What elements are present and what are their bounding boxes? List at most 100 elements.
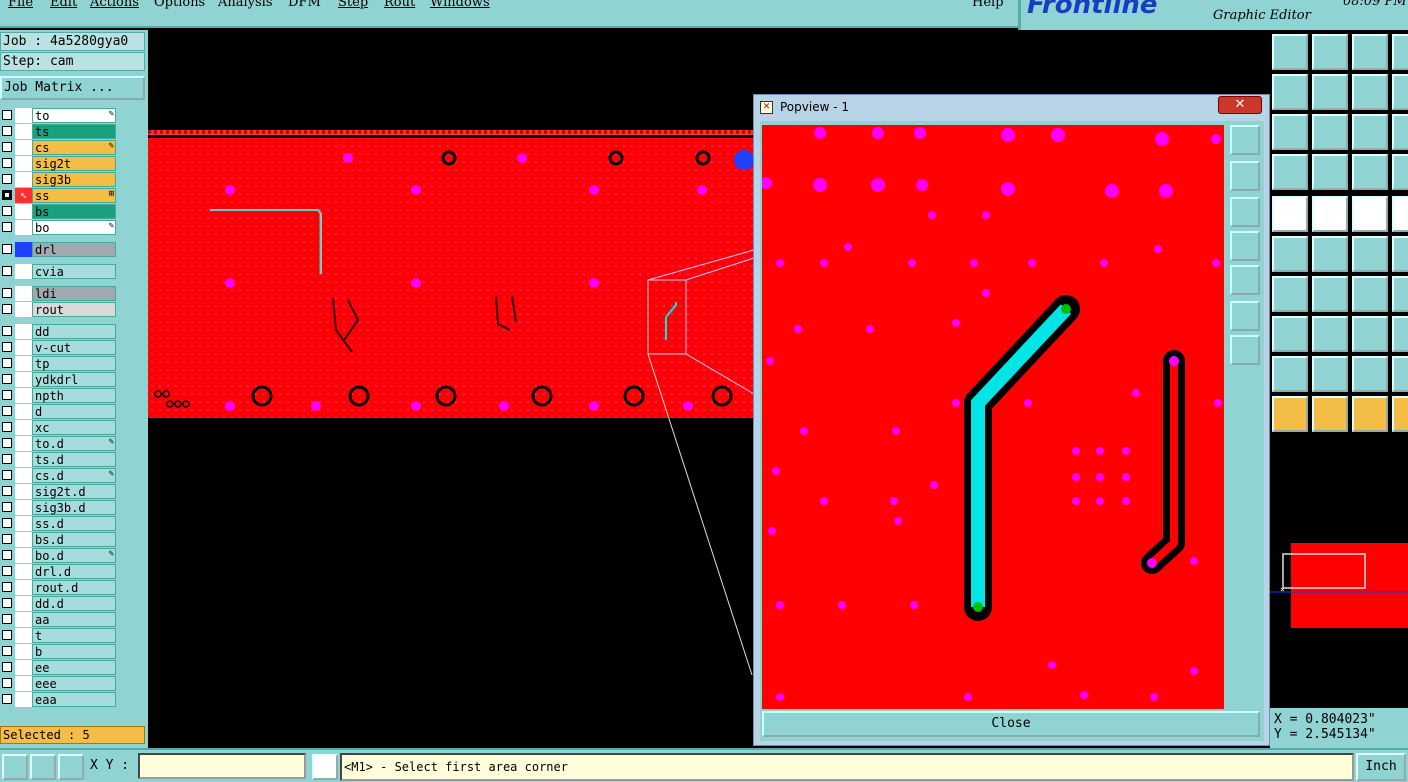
layer-checkbox[interactable] bbox=[2, 598, 12, 608]
tool-snap-icon[interactable] bbox=[1272, 154, 1308, 190]
layer-row[interactable]: ss.d bbox=[0, 516, 118, 531]
layer-row[interactable]: eee bbox=[0, 676, 118, 691]
layer-checkbox[interactable] bbox=[2, 110, 12, 120]
layer-checkbox[interactable] bbox=[2, 222, 12, 232]
layer-checkbox[interactable] bbox=[2, 470, 12, 480]
layer-row[interactable]: bs bbox=[0, 204, 118, 219]
layer-checkbox[interactable] bbox=[2, 438, 12, 448]
layer-row[interactable]: rout bbox=[0, 302, 118, 317]
layer-row[interactable]: eaa bbox=[0, 692, 118, 707]
tool-extra-5-icon[interactable] bbox=[1392, 196, 1408, 232]
layer-marker[interactable] bbox=[15, 564, 32, 579]
tool-open-icon[interactable] bbox=[1272, 34, 1308, 70]
layer-row[interactable]: sig2t bbox=[0, 156, 118, 171]
layer-marker[interactable] bbox=[15, 436, 32, 451]
tool-extra-9-icon[interactable] bbox=[1392, 356, 1408, 392]
popview-canvas[interactable] bbox=[762, 125, 1224, 709]
tool-triangle-icon[interactable] bbox=[1272, 356, 1308, 392]
tool-line-icon[interactable] bbox=[1312, 196, 1348, 232]
layer-checkbox[interactable] bbox=[2, 454, 12, 464]
layer-marker[interactable] bbox=[15, 220, 32, 235]
alert-icon[interactable] bbox=[312, 754, 338, 780]
layer-row[interactable]: to ✎ bbox=[0, 108, 118, 123]
layer-row[interactable]: cs ✎ bbox=[0, 140, 118, 155]
layer-checkbox[interactable] bbox=[2, 406, 12, 416]
tool-extra-2-icon[interactable] bbox=[1392, 74, 1408, 110]
layer-marker[interactable] bbox=[15, 404, 32, 419]
layer-marker[interactable] bbox=[15, 516, 32, 531]
popview-tool-3[interactable] bbox=[1230, 197, 1260, 227]
layer-row[interactable]: d bbox=[0, 404, 118, 419]
layer-marker[interactable] bbox=[15, 644, 32, 659]
tool-a-fill-icon[interactable] bbox=[1352, 356, 1388, 392]
menu-rout[interactable]: Rout bbox=[384, 0, 415, 10]
layer-row[interactable]: ydkdrl bbox=[0, 372, 118, 387]
popview-tool-4[interactable] bbox=[1230, 231, 1260, 261]
layer-checkbox[interactable] bbox=[2, 326, 12, 336]
layer-row[interactable]: sig2t.d bbox=[0, 484, 118, 499]
layer-marker[interactable] bbox=[15, 628, 32, 643]
layer-checkbox[interactable] bbox=[2, 534, 12, 544]
layer-checkbox[interactable] bbox=[2, 550, 12, 560]
layer-row[interactable]: bs.d bbox=[0, 532, 118, 547]
angle-tool-icon[interactable] bbox=[30, 754, 56, 780]
layer-marker[interactable] bbox=[15, 500, 32, 515]
layer-checkbox[interactable] bbox=[2, 582, 12, 592]
layer-marker[interactable] bbox=[15, 692, 32, 707]
layer-marker[interactable] bbox=[15, 596, 32, 611]
grid-snap-icon[interactable] bbox=[58, 754, 84, 780]
layer-marker[interactable] bbox=[15, 286, 32, 301]
tool-scale-icon[interactable] bbox=[1352, 114, 1388, 150]
layer-marker[interactable] bbox=[15, 242, 32, 257]
layer-marker[interactable] bbox=[15, 108, 32, 123]
layer-checkbox[interactable] bbox=[2, 502, 12, 512]
layer-marker[interactable] bbox=[15, 302, 32, 317]
tool-extra-8-icon[interactable] bbox=[1392, 316, 1408, 352]
layer-marker[interactable] bbox=[15, 264, 32, 279]
layer-checkbox[interactable] bbox=[2, 646, 12, 656]
tool-cross-icon[interactable] bbox=[1312, 236, 1348, 272]
layer-marker[interactable] bbox=[15, 420, 32, 435]
tool-fit-icon[interactable] bbox=[1272, 114, 1308, 150]
layer-checkbox[interactable] bbox=[2, 486, 12, 496]
layer-checkbox[interactable] bbox=[2, 678, 12, 688]
tool-layers-icon[interactable] bbox=[1352, 154, 1388, 190]
layer-row[interactable]: t bbox=[0, 628, 118, 643]
layer-row[interactable]: v-cut bbox=[0, 340, 118, 355]
tool-connect-icon[interactable] bbox=[1272, 236, 1308, 272]
layer-checkbox[interactable] bbox=[2, 374, 12, 384]
tool-extra-6-icon[interactable] bbox=[1392, 236, 1408, 272]
menu-edit[interactable]: Edit bbox=[50, 0, 77, 10]
layer-checkbox[interactable] bbox=[2, 158, 12, 168]
layer-row[interactable]: cvia bbox=[0, 264, 118, 279]
menu-dfm[interactable]: DFM bbox=[288, 0, 321, 10]
popview-title-bar[interactable]: ✕ Popview - 1 bbox=[754, 95, 1269, 119]
menu-windows[interactable]: Windows bbox=[430, 0, 490, 10]
layer-checkbox[interactable] bbox=[2, 244, 12, 254]
layer-row[interactable]: b bbox=[0, 644, 118, 659]
tool-hline-icon[interactable] bbox=[1312, 316, 1348, 352]
layer-row[interactable]: dd bbox=[0, 324, 118, 339]
tool-pointer-area-icon[interactable] bbox=[1352, 396, 1388, 432]
layer-marker[interactable] bbox=[15, 388, 32, 403]
tool-pointer-icon[interactable] bbox=[1272, 396, 1308, 432]
layer-marker[interactable] bbox=[15, 580, 32, 595]
popview-tool-1[interactable] bbox=[1230, 125, 1260, 155]
layer-row[interactable]: ts bbox=[0, 124, 118, 139]
popview-tool-2[interactable] bbox=[1230, 161, 1260, 191]
layer-checkbox[interactable] bbox=[2, 390, 12, 400]
layer-checkbox[interactable] bbox=[2, 142, 12, 152]
layer-checkbox[interactable] bbox=[2, 190, 12, 200]
tool-a-shape-icon[interactable] bbox=[1312, 356, 1348, 392]
layer-marker[interactable] bbox=[15, 468, 32, 483]
layer-checkbox[interactable] bbox=[2, 174, 12, 184]
layer-marker[interactable] bbox=[15, 356, 32, 371]
layer-row[interactable]: bo.d ✎ bbox=[0, 548, 118, 563]
layer-checkbox[interactable] bbox=[2, 304, 12, 314]
tool-extra-7-icon[interactable] bbox=[1392, 276, 1408, 312]
layer-row[interactable]: ee bbox=[0, 660, 118, 675]
layer-row[interactable]: bo ✎ bbox=[0, 220, 118, 235]
popview-tool-6[interactable] bbox=[1230, 301, 1260, 331]
layer-checkbox[interactable] bbox=[2, 614, 12, 624]
layer-checkbox[interactable] bbox=[2, 518, 12, 528]
